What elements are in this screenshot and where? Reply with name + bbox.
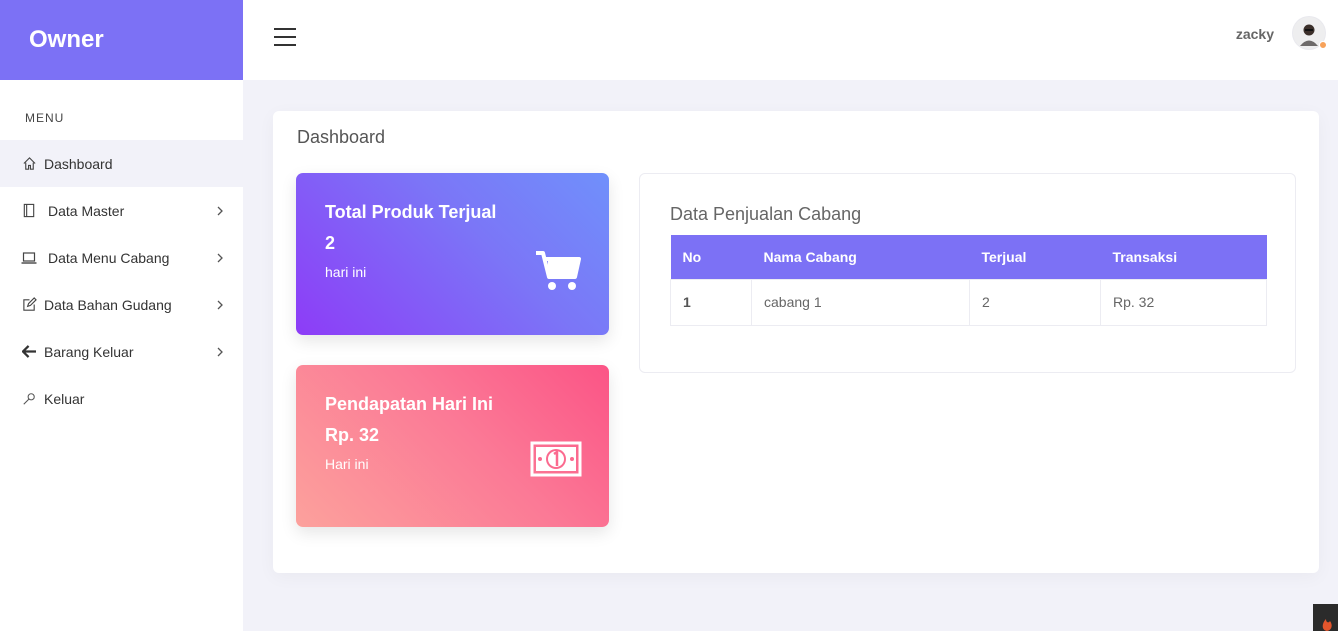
sidebar: Owner MENU Dashboard Data Master Data Me… — [0, 0, 243, 631]
money-icon — [530, 441, 582, 477]
edit-icon — [20, 296, 38, 314]
page-title: Dashboard — [297, 127, 386, 147]
column-header: Terjual — [969, 235, 1101, 279]
home-icon — [20, 155, 38, 173]
table-cell: 2 — [969, 278, 1101, 326]
table-cell: cabang 1 — [751, 278, 970, 326]
laptop-icon — [20, 249, 38, 267]
arrow-left-icon — [20, 343, 38, 361]
sidebar-item-data-menu-cabang[interactable]: Data Menu Cabang — [0, 234, 243, 281]
stat-card-total-produk: Total Produk Terjual 2 hari ini — [296, 173, 609, 335]
status-badge — [1319, 41, 1327, 49]
stat-card-pendapatan: Pendapatan Hari Ini Rp. 32 Hari ini — [296, 365, 609, 527]
debug-toolbar-icon[interactable] — [1313, 604, 1338, 631]
sidebar-item-data-bahan-gudang[interactable]: Data Bahan Gudang — [0, 281, 243, 328]
chevron-right-icon — [217, 253, 223, 262]
sidebar-item-dashboard[interactable]: Dashboard — [0, 140, 243, 187]
column-header: No — [670, 235, 752, 279]
chevron-right-icon — [217, 347, 223, 356]
menu-section-title: MENU — [25, 111, 65, 125]
dashboard-card: Dashboard Total Produk Terjual 2 hari in… — [273, 111, 1319, 573]
stat-title: Pendapatan Hari Ini — [325, 394, 494, 414]
sidebar-item-label: Barang Keluar — [44, 343, 134, 360]
column-header: Transaksi — [1100, 235, 1267, 279]
topbar: zacky — [243, 0, 1338, 80]
table-cell: 1 — [670, 278, 752, 326]
table-row: 1 cabang 1 2 Rp. 32 — [670, 278, 1267, 326]
cart-icon — [536, 251, 581, 290]
sidebar-item-label: Data Bahan Gudang — [44, 296, 172, 313]
brand-title[interactable]: Owner — [0, 0, 243, 80]
sidebar-item-label: Dashboard — [44, 155, 113, 172]
sidebar-item-keluar[interactable]: Keluar — [0, 375, 243, 422]
table-cell: Rp. 32 — [1100, 278, 1267, 326]
table-header-row: No Nama Cabang Terjual Transaksi — [670, 235, 1267, 279]
avatar[interactable] — [1292, 16, 1327, 50]
stat-title: Total Produk Terjual — [325, 202, 497, 222]
book-icon — [20, 202, 38, 220]
sidebar-item-label: Data Master — [48, 202, 125, 219]
table-title: Data Penjualan Cabang — [670, 204, 862, 224]
column-header: Nama Cabang — [751, 235, 970, 279]
menu-toggle-icon[interactable] — [274, 28, 296, 48]
chevron-right-icon — [217, 300, 223, 309]
sales-table: No Nama Cabang Terjual Transaksi 1 caban… — [670, 235, 1267, 326]
sidebar-item-label: Data Menu Cabang — [48, 249, 170, 266]
key-icon — [20, 390, 38, 408]
user-name[interactable]: zacky — [1236, 26, 1274, 42]
sales-table-card: Data Penjualan Cabang No Nama Cabang Ter… — [639, 173, 1296, 373]
chevron-right-icon — [217, 206, 223, 215]
sidebar-item-data-master[interactable]: Data Master — [0, 187, 243, 234]
sidebar-item-barang-keluar[interactable]: Barang Keluar — [0, 328, 243, 375]
sidebar-item-label: Keluar — [44, 390, 85, 407]
